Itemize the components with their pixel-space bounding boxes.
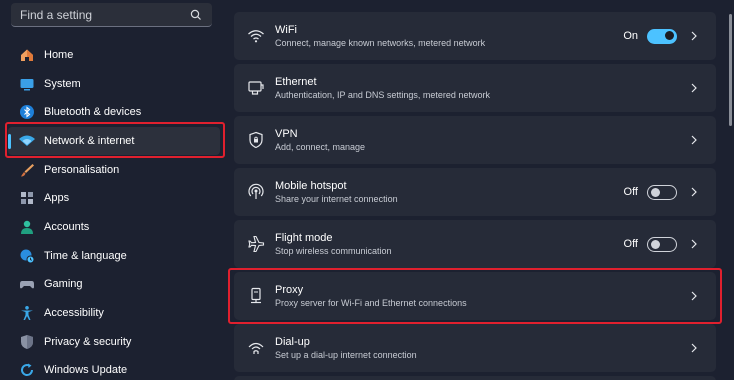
setting-wifi[interactable]: WiFi Connect, manage known networks, met… [234, 12, 716, 60]
setting-vpn[interactable]: VPN Add, connect, manage [234, 116, 716, 164]
sidebar-item-label: Personalisation [44, 164, 120, 176]
sidebar-item-time-language[interactable]: Time & language [8, 242, 220, 270]
chevron-right-icon[interactable] [689, 239, 699, 249]
chevron-right-icon[interactable] [689, 31, 699, 41]
chevron-right-icon[interactable] [689, 187, 699, 197]
chevron-right-icon[interactable] [689, 83, 699, 93]
globe-clock-icon [18, 247, 36, 265]
setting-mobile-hotspot[interactable]: Mobile hotspot Share your internet conne… [234, 168, 716, 216]
setting-title: Ethernet [275, 75, 317, 88]
setting-subtitle: Set up a dial-up internet connection [275, 349, 417, 360]
scrollbar[interactable] [729, 14, 732, 126]
toggle-state-label: Off [623, 186, 638, 198]
sidebar-item-label: Windows Update [44, 364, 128, 376]
shield-icon [18, 333, 36, 351]
sidebar-item-label: Accessibility [44, 307, 104, 319]
airplane-icon [246, 234, 266, 254]
search-icon[interactable] [189, 8, 203, 22]
red-highlight-proxy [228, 268, 722, 324]
hotspot-icon [246, 182, 266, 202]
main-content: WiFi Connect, manage known networks, met… [228, 0, 734, 380]
setting-next-partial [234, 376, 716, 380]
setting-title: WiFi [275, 23, 297, 36]
windows-update-icon [18, 361, 36, 379]
toggle-state-label: Off [623, 238, 638, 250]
setting-title: Dial-up [275, 335, 310, 348]
sidebar-item-label: Home [44, 49, 74, 61]
setting-title: VPN [275, 127, 298, 140]
setting-title: Mobile hotspot [275, 179, 347, 192]
sidebar-item-accounts[interactable]: Accounts [8, 213, 220, 241]
search-box[interactable]: Find a setting [11, 3, 212, 27]
chevron-right-icon[interactable] [689, 343, 699, 353]
sidebar-item-accessibility[interactable]: Accessibility [8, 299, 220, 327]
setting-title: Flight mode [275, 231, 333, 244]
chevron-right-icon[interactable] [689, 135, 699, 145]
sidebar-item-label: Apps [44, 192, 70, 204]
setting-ethernet[interactable]: Ethernet Authentication, IP and DNS sett… [234, 64, 716, 112]
sidebar-item-label: Bluetooth & devices [44, 106, 142, 118]
sidebar-item-label: Gaming [44, 278, 83, 290]
setting-dial-up[interactable]: Dial-up Set up a dial-up internet connec… [234, 324, 716, 372]
home-icon [18, 46, 36, 64]
sidebar-item-label: System [44, 78, 81, 90]
sidebar-item-home[interactable]: Home [8, 41, 220, 69]
bluetooth-icon [18, 103, 36, 121]
setting-subtitle: Add, connect, manage [275, 141, 366, 152]
flight-mode-toggle[interactable] [647, 236, 677, 252]
search-input[interactable]: Find a setting [20, 8, 189, 22]
setting-subtitle: Stop wireless communication [275, 245, 392, 256]
vpn-shield-icon [246, 130, 266, 150]
ethernet-icon [246, 78, 266, 98]
system-icon [18, 75, 36, 93]
sidebar-item-personalisation[interactable]: Personalisation [8, 156, 220, 184]
sidebar-item-label: Accounts [44, 221, 90, 233]
toggle-state-label: On [623, 30, 638, 42]
dialup-icon [246, 338, 266, 358]
sidebar-item-label: Privacy & security [44, 336, 132, 348]
setting-subtitle: Authentication, IP and DNS settings, met… [275, 89, 490, 100]
mobile-hotspot-toggle[interactable] [647, 184, 677, 200]
wifi-toggle[interactable] [647, 28, 677, 44]
sidebar-item-privacy[interactable]: Privacy & security [8, 328, 220, 356]
sidebar-item-label: Time & language [44, 250, 127, 262]
apps-icon [18, 189, 36, 207]
setting-subtitle: Share your internet connection [275, 193, 398, 204]
setting-subtitle: Connect, manage known networks, metered … [275, 37, 486, 48]
accounts-icon [18, 218, 36, 236]
sidebar: Find a setting Home System Bluetooth & d… [0, 0, 228, 380]
red-highlight-network [5, 122, 225, 158]
sidebar-item-gaming[interactable]: Gaming [8, 270, 220, 298]
sidebar-item-system[interactable]: System [8, 70, 220, 98]
setting-flight-mode[interactable]: Flight mode Stop wireless communication … [234, 220, 716, 268]
gamepad-icon [18, 275, 36, 293]
sidebar-item-apps[interactable]: Apps [8, 184, 220, 212]
brush-icon [18, 161, 36, 179]
sidebar-item-windows-update[interactable]: Windows Update [8, 356, 220, 380]
wifi-icon [246, 26, 266, 46]
accessibility-icon [18, 304, 36, 322]
